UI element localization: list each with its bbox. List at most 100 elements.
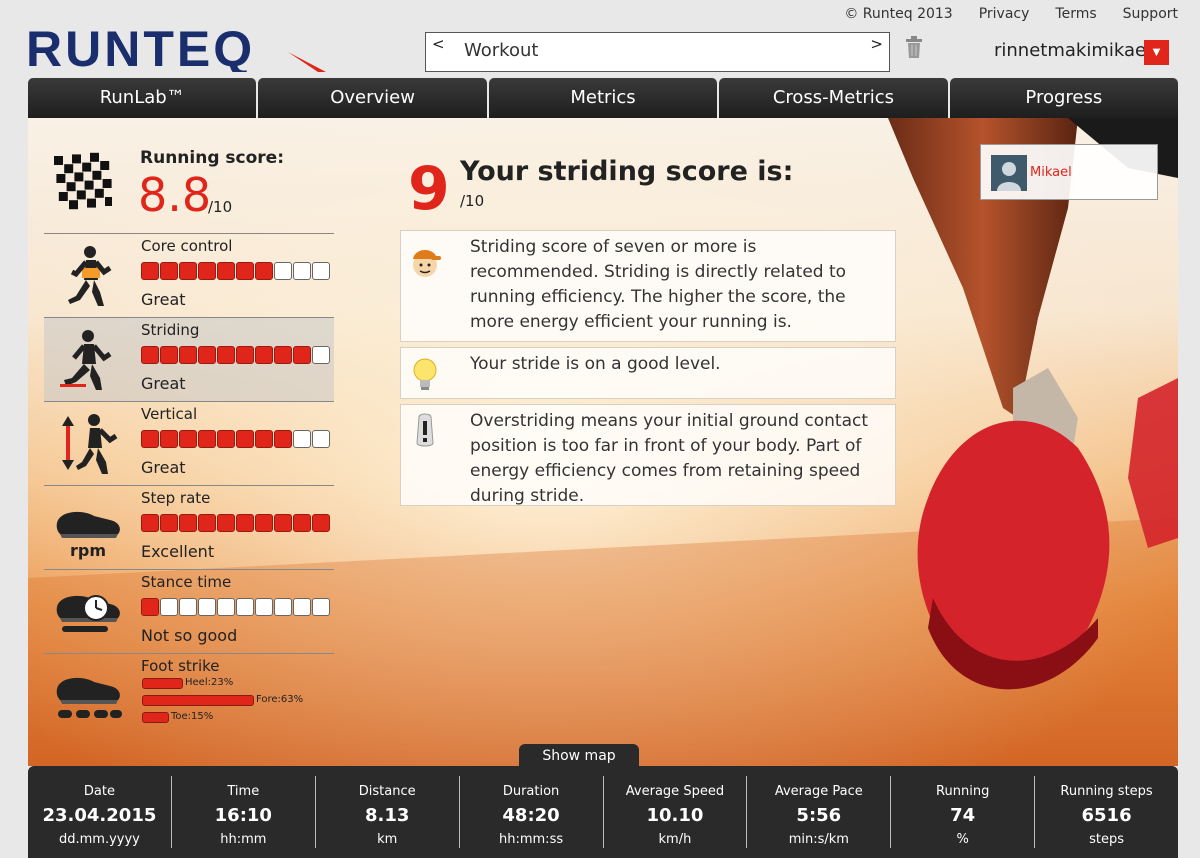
score-bar [141, 514, 330, 532]
stat-running: Running 74% [891, 776, 1036, 848]
checkered-flag-icon [54, 152, 112, 210]
tab-cross-metrics[interactable]: Cross-Metrics [719, 78, 948, 118]
metric-core-control[interactable]: Core control Great [44, 233, 334, 317]
score-segment [312, 430, 330, 448]
rpm-text: rpm [70, 541, 106, 560]
flag-square [64, 164, 74, 174]
metric-vertical[interactable]: Vertical Great [44, 401, 334, 485]
flag-square [87, 198, 96, 208]
score-segment [236, 514, 254, 532]
metric-title: Striding [141, 321, 200, 339]
running-score-max: /10 [208, 198, 233, 216]
score-segment [255, 346, 273, 364]
score-segment [236, 262, 254, 280]
stat-running-steps: Running steps 6516 steps [1035, 776, 1178, 848]
score-segment [179, 514, 197, 532]
running-score: Running score: 8.8 /10 [44, 140, 334, 232]
score-segment [236, 598, 254, 616]
score-segment [274, 346, 292, 364]
stat-label: Time [227, 784, 260, 799]
workout-prev-button[interactable]: < [432, 35, 445, 53]
stat-label: Average Pace [774, 784, 863, 799]
score-segment [293, 598, 311, 616]
runteq-logo[interactable]: RUNTEQ [26, 22, 336, 72]
flag-square [92, 170, 102, 180]
stat-unit: steps [1089, 832, 1125, 847]
score-segment [293, 514, 311, 532]
privacy-link[interactable]: Privacy [979, 6, 1030, 22]
stat-unit: km [377, 832, 398, 847]
striding-score-title: Your striding score is: [460, 156, 794, 187]
support-link[interactable]: Support [1123, 6, 1178, 22]
score-segment [160, 262, 178, 280]
flag-square [82, 162, 92, 172]
stat-unit: hh:mm [220, 832, 267, 847]
score-segment [141, 514, 159, 532]
score-segment [160, 346, 178, 364]
tab-runlab[interactable]: RunLab™ [28, 78, 257, 118]
score-segment [293, 262, 311, 280]
stat-unit: hh:mm:ss [499, 832, 564, 847]
score-segment [255, 430, 273, 448]
main-content: Running score: 8.8 /10 Core control Grea… [28, 118, 1178, 766]
score-segment [198, 430, 216, 448]
user-menu-button[interactable]: ▼ [1144, 40, 1169, 65]
show-map-button[interactable]: Show map [519, 744, 639, 766]
metric-foot-strike[interactable]: Foot strike Heel:23% Fore:63% Toe:15% [44, 653, 334, 743]
profile-card[interactable]: Mikael [980, 144, 1158, 200]
tip-recommendation: Striding score of seven or more is recom… [400, 230, 896, 342]
score-segment [160, 514, 178, 532]
stat-value: 10.10 [646, 805, 704, 826]
terms-link[interactable]: Terms [1055, 6, 1096, 22]
exclamation-icon [416, 413, 434, 447]
stat-label: Running [936, 784, 990, 799]
tip-overstriding: Overstriding means your initial ground c… [400, 404, 896, 506]
score-segment [217, 262, 235, 280]
stat-value: 5:56 [796, 805, 842, 826]
stat-label: Running steps [1060, 784, 1153, 799]
metric-striding[interactable]: Striding Great [44, 317, 334, 401]
score-segment [274, 262, 292, 280]
toe-strike-label: Toe:15% [171, 711, 214, 722]
score-segment [141, 262, 159, 280]
metric-stance-time[interactable]: Stance time Not so good [44, 569, 334, 653]
stat-label: Distance [358, 784, 416, 799]
workout-next-button[interactable]: > [870, 35, 883, 53]
score-segment [312, 346, 330, 364]
stat-time: Time 16:10 hh:mm [172, 776, 316, 848]
score-segment [255, 262, 273, 280]
metric-step-rate[interactable]: rpm Step rate Excellent [44, 485, 334, 569]
running-score-value: 8.8 [138, 168, 212, 222]
stat-value: 6516 [1081, 805, 1132, 826]
logo-swoosh [288, 52, 326, 72]
fore-strike-label: Fore:63% [256, 694, 304, 705]
trash-icon[interactable] [905, 36, 923, 58]
score-segment [198, 598, 216, 616]
striding-score-header: 9 Your striding score is: /10 [406, 154, 906, 224]
stat-duration: Duration 48:20 hh:mm:ss [460, 776, 604, 848]
score-segment [198, 346, 216, 364]
coach-face-icon [413, 250, 441, 277]
tab-progress[interactable]: Progress [949, 78, 1179, 118]
score-segment [236, 346, 254, 364]
core-runner-icon [68, 246, 112, 306]
username[interactable]: rinnetmakimikael [994, 40, 1151, 61]
score-segment [217, 514, 235, 532]
score-segment [312, 262, 330, 280]
flag-square [90, 152, 99, 162]
metric-title: Stance time [141, 573, 232, 591]
metric-title: Vertical [141, 405, 198, 423]
flag-square [94, 188, 104, 198]
striding-score-max: /10 [460, 192, 485, 210]
flag-square [102, 179, 112, 188]
metric-rating: Great [141, 374, 186, 393]
score-segment [236, 430, 254, 448]
heel-strike-label: Heel:23% [185, 677, 234, 688]
tab-metrics[interactable]: Metrics [488, 78, 718, 118]
workout-selector[interactable]: < Workout > [425, 32, 890, 72]
vertical-runner-icon [62, 414, 118, 474]
tab-overview[interactable]: Overview [258, 78, 487, 118]
chevron-down-icon: ▼ [1152, 47, 1161, 58]
metric-title: Foot strike [141, 657, 220, 675]
metric-rating: Not so good [141, 626, 238, 645]
